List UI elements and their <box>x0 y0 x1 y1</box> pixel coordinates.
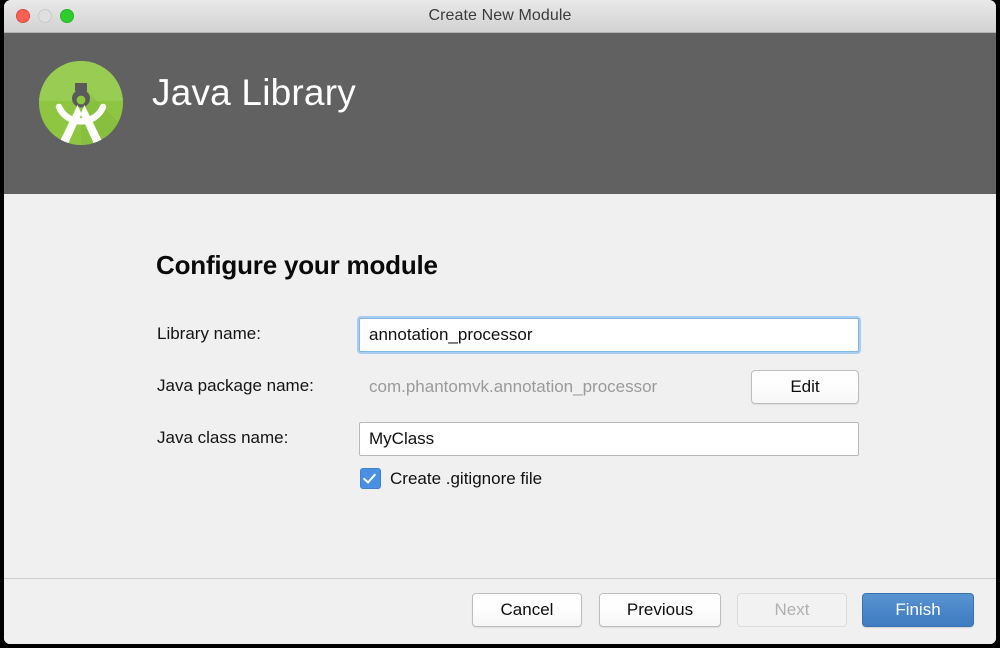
java-package-name-label: Java package name: <box>157 376 314 396</box>
java-class-name-input[interactable] <box>359 422 859 456</box>
create-gitignore-checkbox[interactable]: Create .gitignore file <box>360 468 542 489</box>
finish-button[interactable]: Finish <box>862 593 974 627</box>
cancel-button[interactable]: Cancel <box>472 593 582 627</box>
next-button: Next <box>737 593 847 627</box>
java-class-name-label: Java class name: <box>157 428 288 448</box>
dialog-header-banner: Java Library <box>4 33 996 194</box>
field-row-gitignore: Create .gitignore file <box>4 468 996 502</box>
dialog-footer: Cancel Previous Next Finish <box>4 578 996 644</box>
previous-button[interactable]: Previous <box>599 593 721 627</box>
create-gitignore-label: Create .gitignore file <box>390 469 542 489</box>
create-new-module-dialog: Create New Module Java Libra <box>4 0 996 644</box>
window-titlebar: Create New Module <box>4 0 996 33</box>
field-row-java-class-name: Java class name: <box>4 422 996 456</box>
java-package-name-value: com.phantomvk.annotation_processor <box>369 377 657 397</box>
dialog-body: Configure your module Library name: Java… <box>4 194 996 578</box>
field-row-library-name: Library name: <box>4 318 996 352</box>
page-title: Configure your module <box>156 250 438 281</box>
library-name-label: Library name: <box>157 324 261 344</box>
edit-package-name-button[interactable]: Edit <box>751 370 859 404</box>
window-title: Create New Module <box>4 7 996 25</box>
field-row-java-package-name: Java package name: com.phantomvk.annotat… <box>4 370 996 404</box>
android-studio-logo-icon <box>37 59 125 147</box>
header-title: Java Library <box>152 72 356 114</box>
library-name-input[interactable] <box>359 318 859 352</box>
checkmark-icon[interactable] <box>360 468 381 489</box>
